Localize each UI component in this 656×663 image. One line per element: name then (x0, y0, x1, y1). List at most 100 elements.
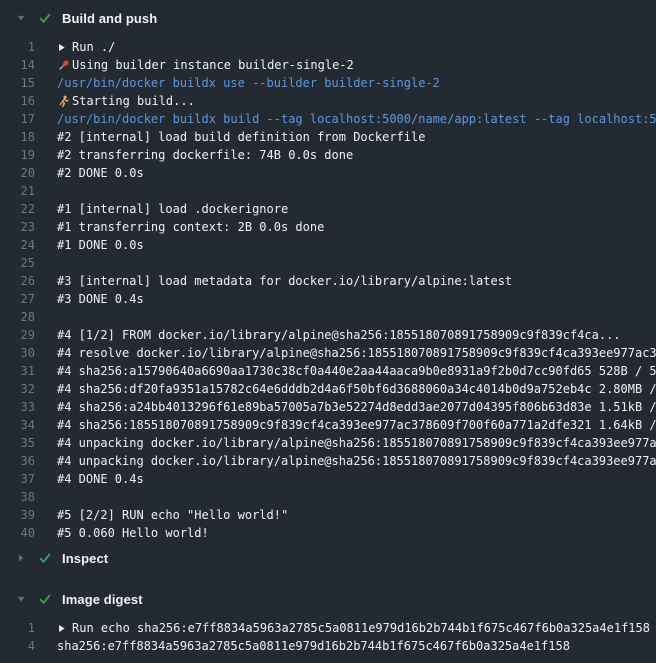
line-number[interactable]: 21 (0, 182, 35, 200)
log-text: #5 0.060 Hello world! (57, 524, 209, 542)
log-line: 37 #4 DONE 0.4s (0, 470, 656, 488)
line-number[interactable]: 1 (0, 38, 35, 56)
line-number[interactable]: 4 (0, 637, 35, 655)
line-number[interactable]: 32 (0, 380, 35, 398)
line-number[interactable]: 24 (0, 236, 35, 254)
log-line: 1 Run ./ (0, 38, 656, 56)
line-number[interactable]: 36 (0, 452, 35, 470)
log-text-value: #2 DONE 0.0s (57, 164, 144, 182)
log-text-value: #1 [internal] load .dockerignore (57, 200, 288, 218)
log-text-value: Starting build... (72, 92, 195, 110)
log-text: /usr/bin/docker buildx use --builder bui… (57, 74, 440, 92)
log-text: #4 [1/2] FROM docker.io/library/alpine@s… (57, 326, 621, 344)
log-text: Using builder instance builder-single-2 (57, 56, 354, 74)
log-lines: 1 Run ./ 14 Using builder instance builder-… (0, 31, 656, 542)
log-line: 19 #2 transferring dockerfile: 74B 0.0s d… (0, 146, 656, 164)
caret-right-icon[interactable] (16, 553, 26, 563)
line-number[interactable]: 29 (0, 326, 35, 344)
caret-down-icon[interactable] (16, 13, 26, 23)
log-line: 14 Using builder instance builder-single-… (0, 56, 656, 74)
line-number[interactable]: 38 (0, 488, 35, 506)
log-line: 38 (0, 488, 656, 506)
section-header-image-digest[interactable]: Image digest (0, 586, 656, 612)
log-text: #2 DONE 0.0s (57, 164, 144, 182)
log-text: #3 DONE 0.4s (57, 290, 144, 308)
caret-down-icon[interactable] (16, 594, 26, 604)
log-text: #4 sha256:df20fa9351a15782c64e6dddb2d4a6… (57, 380, 656, 398)
runner-icon (57, 95, 72, 108)
log-text-value: #2 transferring dockerfile: 74B 0.0s don… (57, 146, 353, 164)
pushpin-icon (57, 59, 72, 72)
line-number[interactable]: 15 (0, 74, 35, 92)
section-header-inspect[interactable]: Inspect (0, 545, 656, 571)
log-text-value: Run ./ (72, 38, 115, 56)
log-text: #3 [internal] load metadata for docker.i… (57, 272, 512, 290)
log-line: 40 #5 0.060 Hello world! (0, 524, 656, 542)
log-line: 27 #3 DONE 0.4s (0, 290, 656, 308)
log-text: #4 sha256:a15790640a6690aa1730c38cf0a440… (57, 362, 656, 380)
log-text-value: #4 [1/2] FROM docker.io/library/alpine@s… (57, 326, 621, 344)
log-text-value: Using builder instance builder-single-2 (72, 56, 354, 74)
log-line: 26 #3 [internal] load metadata for docker… (0, 272, 656, 290)
log-text: #1 DONE 0.0s (57, 236, 144, 254)
log-text-value: sha256:e7ff8834a5963a2785c5a0811e979d16b… (57, 637, 570, 655)
log-line: 35#4 unpacking docker.io/library/alpine@… (0, 434, 656, 452)
line-number[interactable]: 17 (0, 110, 35, 128)
log-line: 18 #2 [internal] load build definition fr… (0, 128, 656, 146)
section-title: Build and push (62, 11, 157, 26)
line-number[interactable]: 20 (0, 164, 35, 182)
log-text: #4 sha256:a24bb4013296f61e89ba57005a7b3e… (57, 398, 656, 416)
log-text: /usr/bin/docker buildx build --tag local… (57, 110, 656, 128)
line-number[interactable]: 25 (0, 254, 35, 272)
line-number[interactable]: 18 (0, 128, 35, 146)
line-number[interactable]: 23 (0, 218, 35, 236)
check-icon (38, 551, 52, 565)
log-text-value: #4 sha256:185518070891758909c9f839cf4ca3… (57, 416, 656, 434)
log-line: 15/usr/bin/docker buildx use --builder b… (0, 74, 656, 92)
line-number[interactable]: 26 (0, 272, 35, 290)
line-number[interactable]: 30 (0, 344, 35, 362)
line-number[interactable]: 16 (0, 92, 35, 110)
log-line: 36#4 unpacking docker.io/library/alpine@… (0, 452, 656, 470)
section-header-build-and-push[interactable]: Build and push (0, 5, 656, 31)
log-line: 39 #5 [2/2] RUN echo "Hello world!" (0, 506, 656, 524)
line-number[interactable]: 27 (0, 290, 35, 308)
section-title: Image digest (62, 592, 143, 607)
log-text-value: #3 DONE 0.4s (57, 290, 144, 308)
log-text: #4 sha256:185518070891758909c9f839cf4ca3… (57, 416, 656, 434)
log-text: Run ./ (57, 38, 115, 56)
line-number[interactable]: 37 (0, 470, 35, 488)
log-lines (0, 571, 656, 578)
log-text: Run echo sha256:e7ff8834a5963a2785c5a081… (57, 619, 650, 637)
line-number[interactable]: 31 (0, 362, 35, 380)
run-expander-icon[interactable] (57, 624, 72, 633)
line-number[interactable]: 35 (0, 434, 35, 452)
log-text-value: #4 sha256:a15790640a6690aa1730c38cf0a440… (57, 362, 656, 380)
log-line: 31 #4 sha256:a15790640a6690aa1730c38cf0a4… (0, 362, 656, 380)
log-text-value: #1 DONE 0.0s (57, 236, 144, 254)
line-number[interactable]: 22 (0, 200, 35, 218)
log-line: 34 #4 sha256:185518070891758909c9f839cf4c… (0, 416, 656, 434)
log-line: 21 (0, 182, 656, 200)
line-number[interactable]: 1 (0, 619, 35, 637)
line-number[interactable]: 33 (0, 398, 35, 416)
line-number[interactable]: 14 (0, 56, 35, 74)
log-line: 23#1 transferring context: 2B 0.0s done (0, 218, 656, 236)
line-number[interactable]: 40 (0, 524, 35, 542)
section-inspect: Inspect (0, 545, 656, 578)
log-line: 17/usr/bin/docker buildx build --tag loc… (0, 110, 656, 128)
log-text: #2 [internal] load build definition from… (57, 128, 425, 146)
log-text-value: #5 0.060 Hello world! (57, 524, 209, 542)
line-number[interactable]: 39 (0, 506, 35, 524)
log-text: #5 [2/2] RUN echo "Hello world!" (57, 506, 288, 524)
log-text-value: #3 [internal] load metadata for docker.i… (57, 272, 512, 290)
log-text-value: #4 DONE 0.4s (57, 470, 144, 488)
log-text-value: #4 resolve docker.io/library/alpine@sha2… (57, 344, 656, 362)
log-line: 1 Run echo sha256:e7ff8834a5963a2785c5a08… (0, 619, 656, 637)
line-number[interactable]: 28 (0, 308, 35, 326)
run-expander-icon[interactable] (57, 43, 72, 52)
log-text: #1 [internal] load .dockerignore (57, 200, 288, 218)
line-number[interactable]: 19 (0, 146, 35, 164)
line-number[interactable]: 34 (0, 416, 35, 434)
log-text: #4 DONE 0.4s (57, 470, 144, 488)
